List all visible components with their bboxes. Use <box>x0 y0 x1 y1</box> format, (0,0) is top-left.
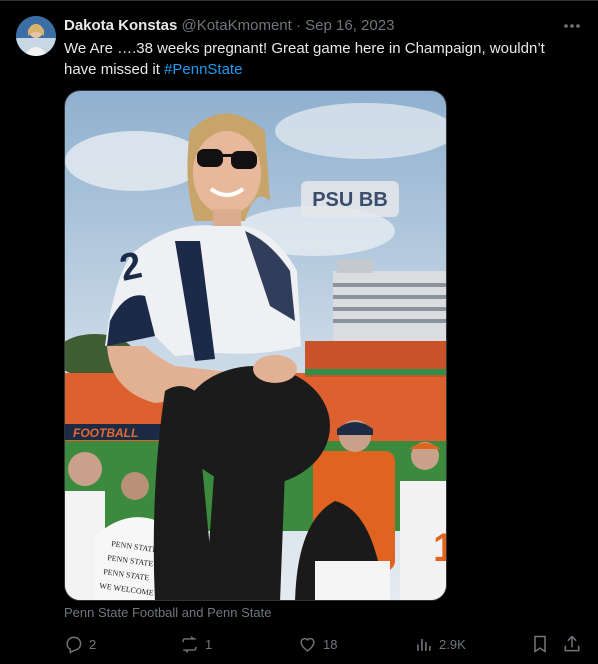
tweet-photo[interactable]: FOOTBALL 1 PENN STATE PENN STATE PENN ST… <box>64 90 447 601</box>
like-count: 18 <box>323 636 338 652</box>
tweet-date[interactable]: Sep 16, 2023 <box>305 17 394 34</box>
action-bar: 2 1 18 2.9K <box>64 632 584 656</box>
like-button[interactable]: 18 <box>298 632 337 656</box>
share-button[interactable] <box>562 634 582 654</box>
reply-count: 2 <box>89 636 97 652</box>
views-button[interactable]: 2.9K <box>414 632 466 656</box>
psu-bb-sticker: PSU BB <box>312 189 388 211</box>
repost-count: 1 <box>205 636 213 652</box>
reply-icon <box>66 636 82 654</box>
views-count: 2.9K <box>439 636 466 652</box>
tweet-text: We Are ….38 weeks pregnant! Great game h… <box>64 38 564 80</box>
banner-text: FOOTBALL <box>73 426 138 440</box>
tweet-header: Dakota Konstas @KotaKmoment · Sep 16, 20… <box>64 16 394 36</box>
bookmark-icon <box>534 635 546 653</box>
views-icon <box>417 638 431 651</box>
svg-text:1: 1 <box>433 526 447 570</box>
reply-button[interactable]: 2 <box>64 632 96 656</box>
media-caption[interactable]: Penn State Football and Penn State <box>64 605 271 621</box>
share-icon <box>564 635 580 652</box>
like-icon <box>300 637 315 652</box>
repost-button[interactable]: 1 <box>180 632 212 656</box>
avatar[interactable] <box>16 16 56 56</box>
more-dots-icon[interactable] <box>562 16 582 36</box>
top-divider <box>0 0 598 1</box>
author-handle[interactable]: @KotaKmoment <box>182 17 292 34</box>
repost-icon <box>182 635 197 653</box>
bookmark-button[interactable] <box>530 634 550 654</box>
author-name[interactable]: Dakota Konstas <box>64 17 177 34</box>
hashtag-link[interactable]: #PennState <box>164 61 242 78</box>
header-separator: · <box>296 17 301 34</box>
tweet-body: We Are ….38 weeks pregnant! Great game h… <box>64 40 545 78</box>
